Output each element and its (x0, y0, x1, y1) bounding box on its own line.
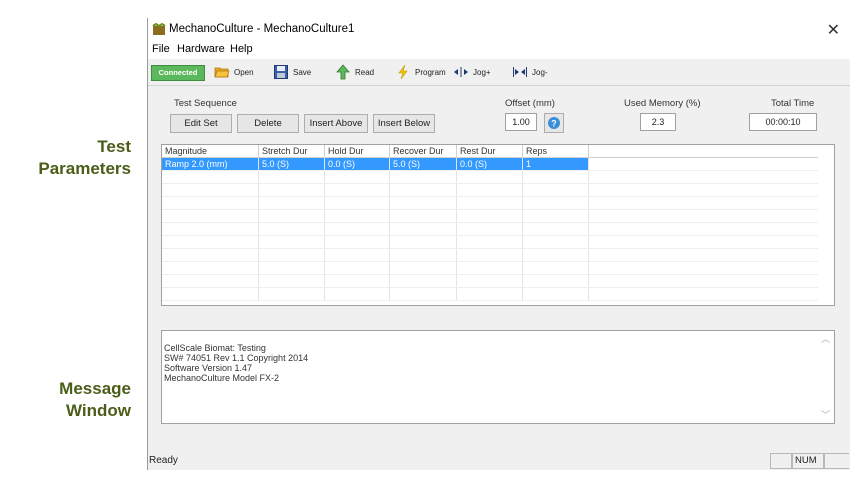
message-line: CellScale Biomat: Testing (164, 343, 266, 353)
callout-message-window: Message Window (59, 378, 131, 422)
empty-row (162, 235, 818, 249)
message-line: Software Version 1.47 (164, 363, 253, 373)
empty-row (162, 183, 818, 197)
save-label: Save (293, 67, 312, 77)
table-cell[interactable]: 5.0 (S) (258, 157, 325, 171)
jog-minus-label: Jog- (532, 67, 548, 77)
jog-minus-button[interactable]: Jog- (512, 63, 548, 81)
message-line: SW# 74051 Rev 1.1 Copyright 2014 (164, 353, 309, 363)
column-header[interactable]: Hold Dur (324, 145, 390, 158)
program-button[interactable]: Program (395, 63, 446, 81)
table-cell[interactable]: Ramp 2.0 (mm) (162, 157, 259, 171)
callout-line: Window (66, 401, 131, 420)
read-label: Read (355, 67, 375, 77)
message-window[interactable]: CellScale Biomat: Testing SW# 74051 Rev … (161, 330, 835, 424)
scroll-up-icon[interactable]: ︿ (821, 334, 830, 344)
status-pane-empty (770, 453, 792, 469)
program-label: Program (415, 67, 446, 77)
status-bar: Ready NUM (148, 451, 850, 470)
table-cell[interactable]: 0.0 (S) (456, 157, 523, 171)
window-title: MechanoCulture - MechanoCulture1 (169, 23, 355, 35)
empty-row (162, 170, 818, 184)
floppy-save-icon (274, 65, 288, 79)
app-logo-icon (152, 23, 166, 35)
folder-open-icon (214, 67, 230, 78)
jog-plus-button[interactable]: Jog+ (453, 63, 491, 81)
callout-line: Test (97, 137, 131, 156)
num-lock-indicator: NUM (792, 453, 824, 469)
callout-test-parameters: Test Parameters (38, 136, 131, 180)
edit-set-button[interactable]: Edit Set (170, 114, 232, 133)
insert-above-button[interactable]: Insert Above (304, 114, 368, 133)
column-header[interactable]: Rest Dur (456, 145, 523, 158)
total-time-value: 00:00:10 (749, 113, 817, 131)
used-memory-value: 2.3 (640, 113, 676, 131)
offset-help-button[interactable]: ? (544, 113, 564, 133)
menu-hardware[interactable]: Hardware (177, 43, 225, 55)
menu-help[interactable]: Help (230, 43, 253, 55)
column-header[interactable]: Reps (522, 145, 589, 158)
empty-row (162, 274, 818, 288)
close-button[interactable]: ✕ (827, 20, 840, 40)
empty-row (162, 222, 818, 236)
jog-plus-icon (454, 67, 468, 77)
read-button[interactable]: Read (335, 63, 374, 81)
lightning-icon (398, 64, 408, 80)
table-cell[interactable]: 1 (522, 157, 589, 171)
save-button[interactable]: Save (273, 63, 311, 81)
table-cell[interactable]: 5.0 (S) (389, 157, 457, 171)
toolbar: Connected Open Save Read Program Jog+ Jo… (148, 59, 850, 86)
help-icon: ? (548, 117, 560, 129)
empty-row (162, 261, 818, 275)
status-text: Ready (149, 455, 178, 466)
grid-header-row: Magnitude Stretch Dur Hold Dur Recover D… (162, 145, 818, 158)
test-sequence-grid[interactable]: Magnitude Stretch Dur Hold Dur Recover D… (161, 144, 835, 306)
title-bar: MechanoCulture - MechanoCulture1 ✕ (148, 18, 850, 42)
svg-text:?: ? (551, 119, 557, 129)
test-sequence-label: Test Sequence (174, 98, 237, 109)
column-header-filler (588, 145, 818, 158)
insert-below-button[interactable]: Insert Below (373, 114, 435, 133)
empty-row (162, 196, 818, 210)
open-label: Open (234, 67, 254, 77)
callout-line: Parameters (38, 159, 131, 178)
delete-button[interactable]: Delete (237, 114, 299, 133)
open-button[interactable]: Open (214, 63, 254, 81)
message-lines: CellScale Biomat: Testing SW# 74051 Rev … (164, 343, 308, 383)
scroll-down-icon[interactable]: ﹀ (821, 410, 830, 420)
app-window: MechanoCulture - MechanoCulture1 ✕ File … (147, 18, 850, 470)
connected-status-button[interactable]: Connected (151, 65, 205, 81)
empty-row (162, 209, 818, 223)
jog-minus-icon (513, 67, 527, 77)
menu-file[interactable]: File (152, 43, 170, 55)
empty-row (162, 287, 818, 301)
column-header[interactable]: Stretch Dur (258, 145, 325, 158)
callout-line: Message (59, 379, 131, 398)
empty-row (162, 248, 818, 262)
table-row[interactable]: Ramp 2.0 (mm) 5.0 (S) 0.0 (S) 5.0 (S) 0.… (162, 157, 818, 171)
column-header[interactable]: Magnitude (162, 145, 259, 158)
table-cell[interactable]: 0.0 (S) (324, 157, 390, 171)
column-header[interactable]: Recover Dur (389, 145, 457, 158)
offset-label: Offset (mm) (505, 98, 555, 109)
jog-plus-label: Jog+ (473, 67, 491, 77)
table-cell-filler (588, 157, 818, 171)
message-line: MechanoCulture Model FX-2 (164, 373, 280, 383)
offset-input[interactable]: 1.00 (505, 113, 537, 131)
arrow-up-icon (336, 64, 350, 80)
menu-bar: File Hardware Help (148, 42, 850, 59)
used-memory-label: Used Memory (%) (624, 98, 701, 109)
total-time-label: Total Time (771, 98, 815, 109)
status-pane-grip (824, 453, 849, 469)
